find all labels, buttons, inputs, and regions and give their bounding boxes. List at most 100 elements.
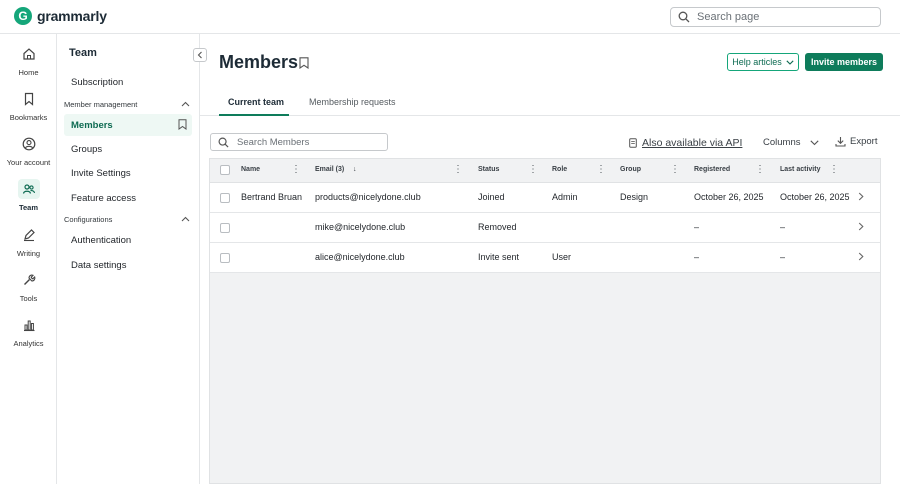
- members-table: Name ⋮ Email (3) ↓ ⋮ Status ⋮ Role ⋮ Gro…: [209, 158, 881, 484]
- chevron-up-icon: [181, 216, 190, 222]
- rail-label-your-account: Your account: [6, 158, 51, 167]
- select-all-checkbox[interactable]: [220, 165, 230, 175]
- sidebar-item-authentication[interactable]: Authentication: [64, 229, 192, 251]
- column-menu-icon[interactable]: ⋮: [670, 165, 680, 175]
- help-articles-button[interactable]: Help articles: [727, 53, 799, 71]
- icon-rail: Home Bookmarks Your account Team Writing…: [0, 34, 57, 484]
- api-link[interactable]: Also available via API: [629, 137, 742, 149]
- table-header: Name ⋮ Email (3) ↓ ⋮ Status ⋮ Role ⋮ Gro…: [210, 159, 880, 183]
- cell-name: Bertrand Bruan: [241, 192, 303, 202]
- search-page-box[interactable]: [670, 7, 881, 27]
- sidebar-item-feature-access[interactable]: Feature access: [64, 187, 192, 209]
- sidebar-title: Team: [69, 47, 97, 59]
- column-header-role[interactable]: Role: [552, 166, 567, 173]
- search-icon: [678, 11, 690, 23]
- column-menu-icon[interactable]: ⋮: [829, 165, 839, 175]
- column-menu-icon[interactable]: ⋮: [596, 165, 606, 175]
- sidebar-item-groups[interactable]: Groups: [64, 138, 192, 160]
- rail-label-home: Home: [18, 68, 39, 77]
- cell-last-activity: –: [780, 252, 786, 262]
- column-header-registered[interactable]: Registered: [694, 166, 730, 173]
- rail-item-your-account[interactable]: Your account: [0, 134, 57, 174]
- sidebar-item-data-settings[interactable]: Data settings: [64, 254, 192, 276]
- table-row[interactable]: mike@nicelydone.club Removed – –: [210, 213, 880, 243]
- sort-desc-icon[interactable]: ↓: [353, 166, 357, 173]
- sidebar-group-member-management[interactable]: Member management: [64, 97, 192, 111]
- brand-name: grammarly: [37, 8, 107, 24]
- cell-registered: –: [694, 222, 700, 232]
- rail-item-tools[interactable]: Tools: [0, 270, 57, 310]
- cell-registered: –: [694, 252, 700, 262]
- chevron-up-icon: [181, 101, 190, 107]
- export-label: Export: [850, 136, 878, 147]
- column-header-last-activity[interactable]: Last activity: [780, 166, 820, 173]
- rail-label-writing: Writing: [16, 249, 41, 258]
- chevron-right-icon[interactable]: [858, 192, 864, 201]
- row-checkbox[interactable]: [220, 223, 230, 233]
- grammarly-logo[interactable]: G grammarly: [14, 7, 107, 25]
- cell-status: Removed: [478, 222, 517, 232]
- rail-item-analytics[interactable]: Analytics: [0, 315, 57, 355]
- chevron-right-icon[interactable]: [858, 252, 864, 261]
- document-icon: [629, 138, 637, 148]
- cell-email: products@nicelydone.club: [315, 192, 421, 202]
- team-sidebar: Team Subscription Member management Memb…: [57, 34, 207, 484]
- sidebar-item-subscription[interactable]: Subscription: [64, 71, 192, 93]
- cell-last-activity: –: [780, 222, 786, 232]
- chevron-right-icon[interactable]: [858, 222, 864, 231]
- top-bar: G grammarly: [0, 0, 900, 34]
- chevron-down-icon: [786, 59, 794, 65]
- column-header-status[interactable]: Status: [478, 166, 499, 173]
- rail-label-analytics: Analytics: [13, 339, 44, 348]
- sidebar-item-invite-settings[interactable]: Invite Settings: [64, 162, 192, 184]
- rail-item-team[interactable]: Team: [0, 179, 57, 219]
- tab-membership-requests[interactable]: Membership requests: [309, 97, 396, 116]
- cell-status: Invite sent: [478, 252, 520, 262]
- row-checkbox[interactable]: [220, 193, 230, 203]
- columns-button[interactable]: Columns: [763, 137, 819, 148]
- rail-label-team: Team: [18, 203, 39, 212]
- export-button[interactable]: Export: [835, 136, 877, 147]
- column-menu-icon[interactable]: ⋮: [528, 165, 538, 175]
- cell-email: mike@nicelydone.club: [315, 222, 406, 232]
- cell-role: User: [552, 252, 572, 262]
- column-header-name[interactable]: Name: [241, 166, 260, 173]
- page-title: Members: [219, 52, 299, 72]
- table-row[interactable]: alice@nicelydone.club Invite sent User –…: [210, 243, 880, 273]
- bookmark-icon[interactable]: [178, 119, 187, 130]
- chevron-left-icon: [197, 51, 202, 59]
- members-search-box[interactable]: [210, 133, 388, 151]
- collapse-sidebar-button[interactable]: [193, 48, 207, 62]
- rail-item-home[interactable]: Home: [0, 44, 57, 84]
- chevron-down-icon: [809, 139, 819, 145]
- search-page-input[interactable]: [697, 11, 867, 23]
- column-menu-icon[interactable]: ⋮: [755, 165, 765, 175]
- cell-group: Design: [620, 192, 649, 202]
- row-checkbox[interactable]: [220, 253, 230, 263]
- members-search-input[interactable]: [237, 136, 382, 148]
- group-label: Configurations: [64, 214, 113, 224]
- cell-email: alice@nicelydone.club: [315, 252, 405, 262]
- column-menu-icon[interactable]: ⋮: [291, 165, 301, 175]
- grammarly-logo-icon: G: [14, 7, 32, 25]
- cell-last-activity: October 26, 2025: [780, 192, 850, 202]
- bookmark-icon: [18, 89, 40, 109]
- api-link-label: Also available via API: [642, 137, 743, 149]
- rail-label-bookmarks: Bookmarks: [9, 113, 48, 122]
- invite-members-button[interactable]: Invite members: [805, 53, 883, 71]
- rail-item-bookmarks[interactable]: Bookmarks: [0, 89, 57, 129]
- rail-item-writing[interactable]: Writing: [0, 225, 57, 265]
- column-menu-icon[interactable]: ⋮: [453, 165, 463, 175]
- sidebar-item-members[interactable]: Members: [64, 114, 192, 136]
- tab-current-team[interactable]: Current team: [219, 97, 289, 116]
- column-header-group[interactable]: Group: [620, 166, 641, 173]
- column-header-email[interactable]: Email (3): [315, 166, 344, 173]
- rail-label-tools: Tools: [19, 294, 38, 303]
- sidebar-group-configurations[interactable]: Configurations: [64, 212, 192, 226]
- columns-label: Columns: [763, 137, 801, 148]
- cell-role: Admin: [552, 192, 578, 202]
- table-row[interactable]: Bertrand Bruan products@nicelydone.club …: [210, 183, 880, 213]
- cell-registered: October 26, 2025: [694, 192, 764, 202]
- team-icon: [17, 179, 40, 199]
- bookmark-icon[interactable]: [299, 57, 309, 69]
